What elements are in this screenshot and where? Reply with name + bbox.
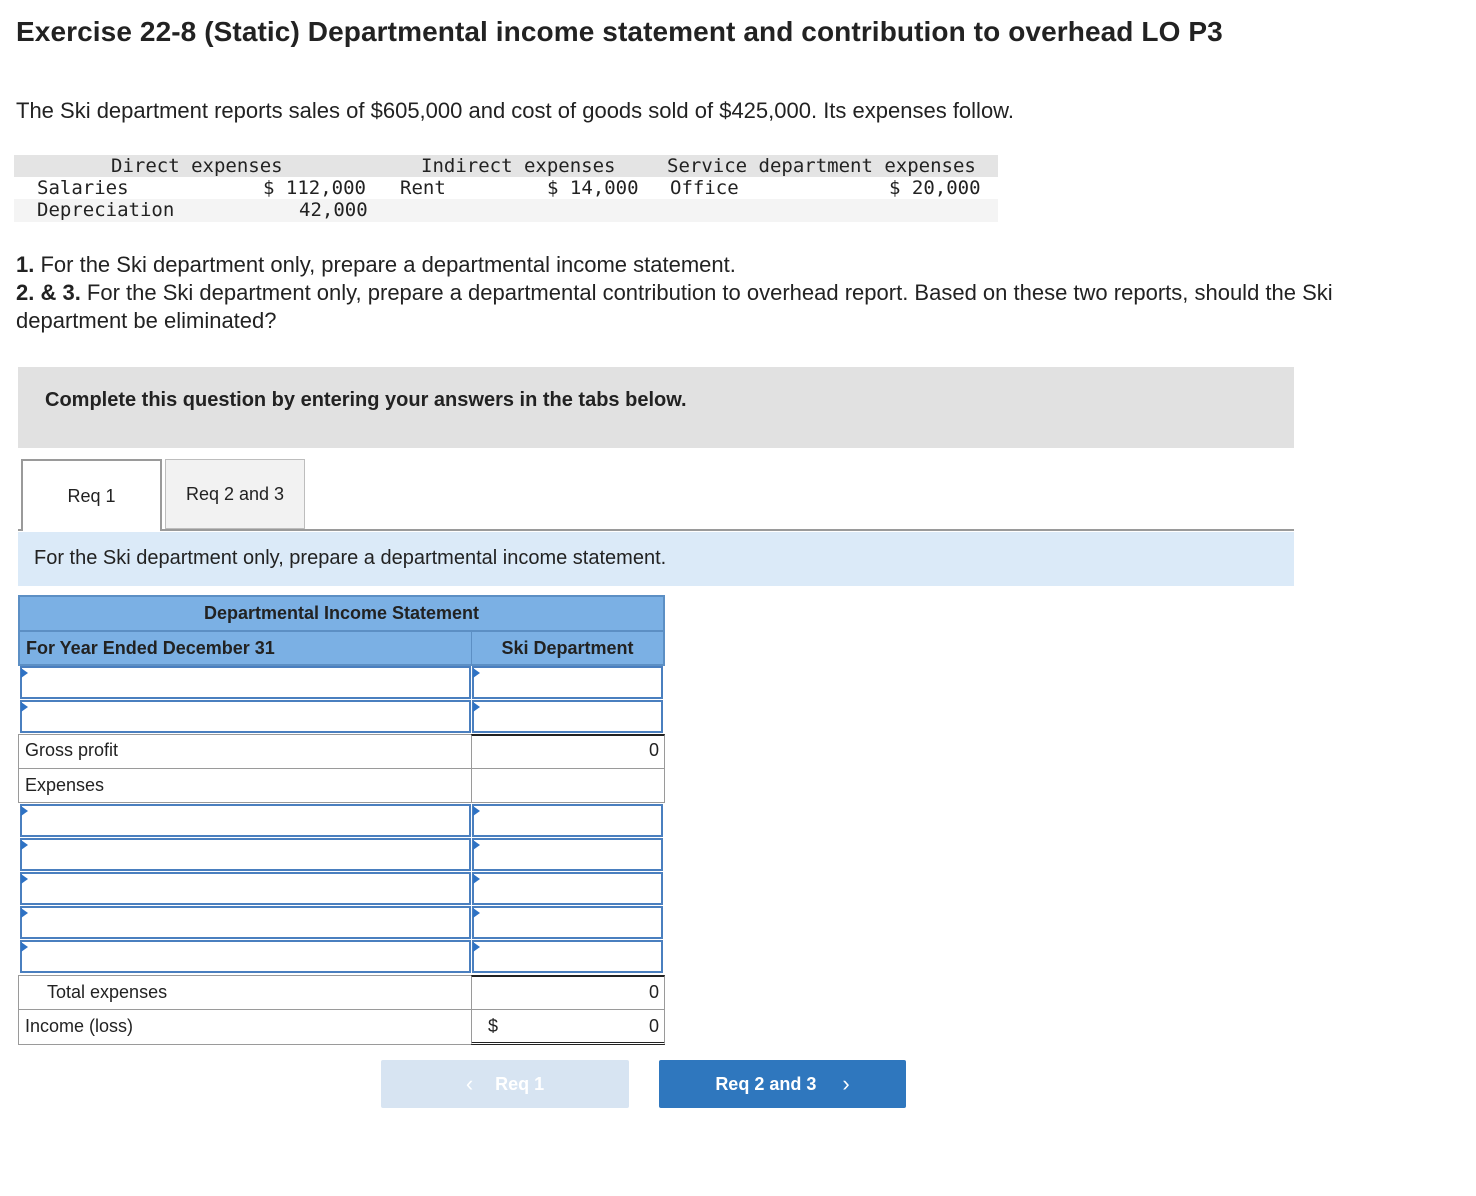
total-expenses-value: 0 <box>648 982 659 1002</box>
gross-profit-label: Gross profit <box>25 740 119 760</box>
office-label: Office <box>670 177 739 199</box>
direct-expenses-header: Direct expenses <box>111 155 283 177</box>
chevron-right-icon: › <box>842 1071 850 1096</box>
statement-period: For Year Ended December 31 <box>18 630 472 666</box>
service-expenses-header: Service department expenses <box>667 155 976 177</box>
instruction-box: Complete this question by entering your … <box>18 367 1294 448</box>
income-label: Income (loss) <box>25 1016 134 1036</box>
expense-label-input-1[interactable] <box>20 804 471 837</box>
depreciation-label: Depreciation <box>37 199 175 221</box>
tab-divider <box>162 529 1294 531</box>
exercise-intro: The Ski department reports sales of $605… <box>16 98 1014 123</box>
expense-amount-input-3[interactable] <box>472 872 663 905</box>
exercise-title: Exercise 22-8 (Static) Departmental inco… <box>16 16 1223 47</box>
indirect-expenses-header: Indirect expenses <box>421 155 616 177</box>
line-item-label-input-2[interactable] <box>20 700 471 733</box>
income-currency: $ <box>488 1016 499 1036</box>
tab-req-2-and-3[interactable]: Req 2 and 3 <box>165 459 305 529</box>
expense-amount-input-2[interactable] <box>472 838 663 871</box>
statement-column-header: Ski Department <box>471 630 665 666</box>
prompt-bar: For the Ski department only, prepare a d… <box>18 532 1294 586</box>
tab-req-1[interactable]: Req 1 <box>21 459 162 531</box>
rent-value: $ 14,000 <box>547 177 639 199</box>
line-item-amount-input-2[interactable] <box>472 700 663 733</box>
income-value: 0 <box>648 1016 659 1036</box>
expenses-table: Direct expenses Indirect expenses Servic… <box>14 155 998 222</box>
tab-divider-left <box>18 529 22 531</box>
prompt-text: For the Ski department only, prepare a d… <box>34 547 667 569</box>
prev-req-button[interactable]: ‹ Req 1 <box>381 1060 629 1108</box>
expense-label-input-2[interactable] <box>20 838 471 871</box>
line-item-amount-input-1[interactable] <box>472 666 663 699</box>
next-req-button[interactable]: Req 2 and 3 › <box>659 1060 906 1108</box>
gross-profit-value: 0 <box>648 740 659 760</box>
office-value: $ 20,000 <box>889 177 981 199</box>
expense-label-input-4[interactable] <box>20 906 471 939</box>
income-statement-table: Departmental Income Statement For Year E… <box>18 595 665 1046</box>
requirement-2-3: 2. & 3. For the Ski department only, pre… <box>16 280 1333 333</box>
prev-req-label: Req 1 <box>495 1073 545 1094</box>
expenses-value-cell <box>471 768 665 803</box>
salaries-value: $ 112,000 <box>263 177 366 199</box>
total-expenses-label: Total expenses <box>47 982 168 1002</box>
expense-label-input-3[interactable] <box>20 872 471 905</box>
expense-amount-input-1[interactable] <box>472 804 663 837</box>
instruction-text: Complete this question by entering your … <box>45 389 687 411</box>
expense-amount-input-5[interactable] <box>472 940 663 973</box>
line-item-label-input-1[interactable] <box>20 666 471 699</box>
requirements-text: 1. For the Ski department only, prepare … <box>16 251 1436 335</box>
expense-label-input-5[interactable] <box>20 940 471 973</box>
requirement-1: 1. For the Ski department only, prepare … <box>16 252 736 277</box>
depreciation-value: 42,000 <box>299 199 368 221</box>
expense-amount-input-4[interactable] <box>472 906 663 939</box>
rent-label: Rent <box>400 177 446 199</box>
statement-title: Departmental Income Statement <box>18 595 665 631</box>
salaries-label: Salaries <box>37 177 129 199</box>
next-req-label: Req 2 and 3 <box>715 1073 817 1094</box>
expenses-label: Expenses <box>25 775 105 795</box>
chevron-left-icon: ‹ <box>465 1071 474 1096</box>
